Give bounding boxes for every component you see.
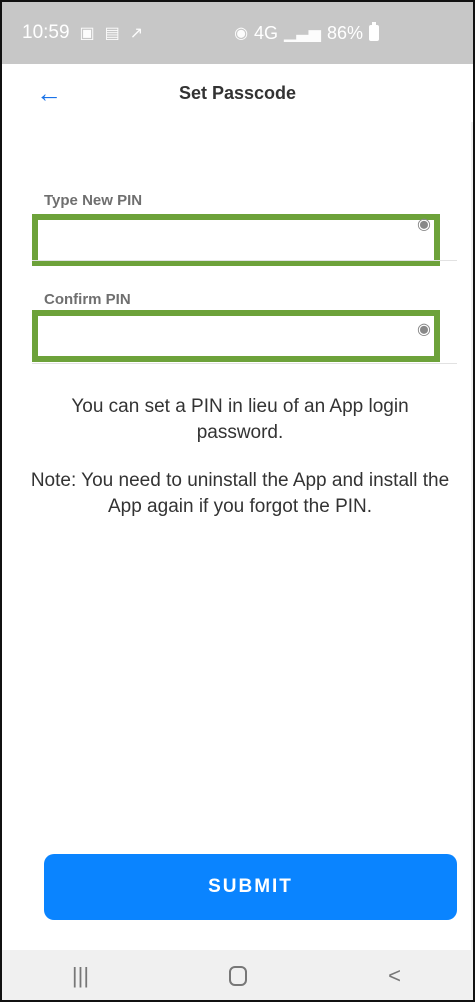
share-icon: ↗ bbox=[129, 25, 144, 42]
right-divider bbox=[471, 122, 473, 992]
status-left: 10:59 ▣ ▤ ↗ bbox=[22, 22, 143, 44]
home-icon[interactable] bbox=[218, 956, 258, 996]
back-arrow-icon[interactable]: ← bbox=[36, 78, 66, 108]
battery-icon bbox=[369, 22, 379, 41]
home-shape bbox=[228, 966, 247, 986]
pin-note-2: Note: You need to uninstall the App and … bbox=[30, 470, 450, 517]
network-text: 4G bbox=[254, 22, 279, 43]
new-pin-underline bbox=[32, 260, 457, 261]
confirm-pin-field[interactable] bbox=[38, 316, 434, 356]
battery-text: 86% bbox=[326, 22, 363, 43]
pin-note-1: You can set a PIN in lieu of an App logi… bbox=[71, 396, 409, 443]
status-right: ◉ 4G ▁▃▅ 86% bbox=[234, 22, 453, 44]
visibility-icon[interactable]: ◉ bbox=[417, 322, 443, 338]
confirm-pin-underline bbox=[32, 363, 457, 364]
status-time: 10:59 bbox=[22, 22, 70, 43]
page-title: Set Passcode bbox=[178, 82, 297, 103]
recent-apps-icon[interactable]: ||| bbox=[61, 956, 101, 996]
new-pin-input[interactable] bbox=[32, 214, 440, 266]
back-icon[interactable]: < bbox=[375, 956, 415, 996]
wifi-icon: ◉ bbox=[234, 25, 249, 42]
submit-button[interactable]: SUBMIT bbox=[44, 854, 457, 920]
confirm-pin-input[interactable] bbox=[32, 310, 440, 362]
visibility-icon[interactable]: ◉ bbox=[417, 217, 443, 233]
signal-icon: ▁▃▅ bbox=[284, 25, 321, 42]
app-icon: ▤ bbox=[104, 25, 120, 42]
new-pin-field[interactable] bbox=[38, 220, 434, 260]
image-icon: ▣ bbox=[79, 25, 95, 42]
confirm-pin-label: Confirm PIN bbox=[44, 291, 131, 308]
phone-frame: 10:59 ▣ ▤ ↗ ◉ 4G ▁▃▅ 86% ← Set Passcode … bbox=[0, 0, 475, 1002]
new-pin-label: Type New PIN bbox=[44, 192, 143, 209]
system-nav-bar: ||| < bbox=[2, 950, 473, 1000]
status-bar: 10:59 ▣ ▤ ↗ ◉ 4G ▁▃▅ 86% bbox=[2, 2, 473, 64]
app-header: ← Set Passcode bbox=[2, 64, 473, 122]
